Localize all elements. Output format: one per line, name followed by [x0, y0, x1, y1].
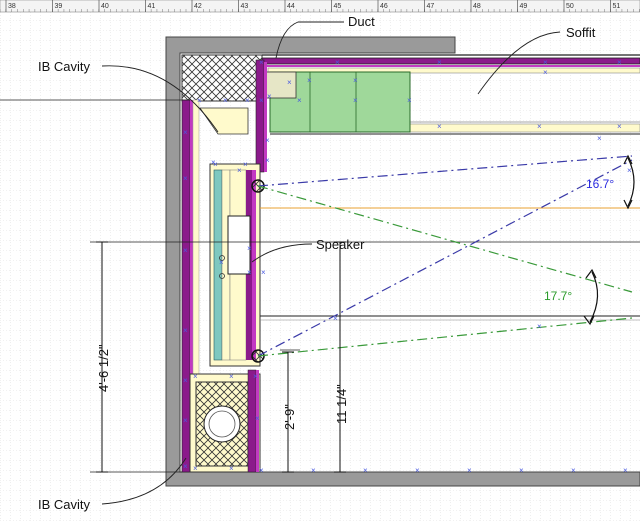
- selection-handle[interactable]: ×: [543, 58, 548, 67]
- ruler-label: 42: [194, 3, 202, 10]
- ruler-label: 38: [8, 3, 16, 10]
- ruler-label: 40: [101, 3, 109, 10]
- duct-box[interactable]: [261, 71, 411, 133]
- ruler-label: 44: [287, 3, 295, 10]
- dimension-total-label: 4'-6 1/2": [96, 344, 111, 392]
- ruler-label: 39: [55, 3, 63, 10]
- ib-cavity-bottom[interactable]: [189, 369, 261, 473]
- selection-handle[interactable]: ×: [297, 96, 302, 105]
- selection-handle[interactable]: ×: [247, 268, 252, 277]
- selection-handle[interactable]: ×: [223, 96, 228, 105]
- selection-handle[interactable]: ×: [261, 268, 266, 277]
- selection-handle[interactable]: ×: [211, 158, 216, 167]
- angle-lower-label: 17.7°: [544, 289, 572, 303]
- selection-handle[interactable]: ×: [353, 76, 358, 85]
- selection-handle[interactable]: ×: [183, 128, 188, 137]
- speaker-cabinet[interactable]: [209, 163, 261, 367]
- selection-handle[interactable]: ×: [627, 166, 632, 175]
- selection-handle[interactable]: ×: [543, 68, 548, 77]
- selection-handle[interactable]: ×: [617, 122, 622, 131]
- angle-upper-label: 16.7°: [586, 177, 614, 191]
- ib-cavity-top-label: IB Cavity: [38, 59, 91, 74]
- selection-handle[interactable]: ×: [243, 160, 248, 169]
- selection-handle[interactable]: ×: [311, 466, 316, 475]
- duct-label: Duct: [348, 14, 375, 29]
- selection-handle[interactable]: ×: [287, 78, 292, 87]
- selection-handle[interactable]: ×: [265, 136, 270, 145]
- ruler-label: 48: [473, 3, 481, 10]
- selection-handle[interactable]: ×: [333, 314, 338, 323]
- selection-handle[interactable]: ×: [219, 258, 224, 267]
- ruler-label: 43: [241, 3, 249, 10]
- selection-handle[interactable]: ×: [617, 58, 622, 67]
- selection-handle[interactable]: ×: [183, 174, 188, 183]
- selection-handle[interactable]: ×: [197, 96, 202, 105]
- selection-handle[interactable]: ×: [571, 466, 576, 475]
- selection-handle[interactable]: ×: [183, 376, 188, 385]
- ib-cavity-top-hatch[interactable]: [181, 54, 263, 102]
- selection-handle[interactable]: ×: [255, 414, 260, 423]
- selection-handle[interactable]: ×: [537, 122, 542, 131]
- selection-handle[interactable]: ×: [519, 466, 524, 475]
- floor-plan-drawing[interactable]: 38 39 40 41 42 43 44 45 46 47 48 49 50 51: [0, 0, 640, 521]
- selection-handle[interactable]: ×: [229, 372, 234, 381]
- selection-handle[interactable]: ×: [247, 244, 252, 253]
- drawing-canvas[interactable]: 38 39 40 41 42 43 44 45 46 47 48 49 50 51: [0, 0, 640, 521]
- selection-handle[interactable]: ×: [265, 156, 270, 165]
- speaker-label: Speaker: [316, 237, 365, 252]
- selection-handle[interactable]: ×: [407, 96, 412, 105]
- ruler-label: 47: [427, 3, 435, 10]
- selection-handle[interactable]: ×: [259, 96, 264, 105]
- selection-handle[interactable]: ×: [237, 166, 242, 175]
- selection-handle[interactable]: ×: [259, 466, 264, 475]
- selection-handle[interactable]: ×: [335, 58, 340, 67]
- ruler-label: 46: [380, 3, 388, 10]
- selection-handle[interactable]: ×: [267, 92, 272, 101]
- selection-handle[interactable]: ×: [363, 466, 368, 475]
- selection-handle[interactable]: ×: [623, 466, 628, 475]
- dimension-lower-label: 2'-9": [282, 404, 297, 430]
- ruler-label: 50: [566, 3, 574, 10]
- selection-handle[interactable]: ×: [183, 326, 188, 335]
- selection-handle[interactable]: ×: [437, 122, 442, 131]
- selection-handle[interactable]: ×: [259, 58, 264, 67]
- selection-handle[interactable]: ×: [467, 466, 472, 475]
- selection-handle[interactable]: ×: [307, 76, 312, 85]
- selection-handle[interactable]: ×: [183, 416, 188, 425]
- selection-handle[interactable]: ×: [537, 322, 542, 331]
- selection-handle[interactable]: ×: [229, 464, 234, 473]
- selection-handle[interactable]: ×: [183, 246, 188, 255]
- selection-handle[interactable]: ×: [193, 464, 198, 473]
- dimension-speaker-label: 11 1/4": [334, 384, 349, 424]
- ruler-label: 51: [613, 3, 621, 10]
- selection-handle[interactable]: ×: [193, 372, 198, 381]
- selection-handle[interactable]: ×: [353, 96, 358, 105]
- soffit-label: Soffit: [566, 25, 596, 40]
- ruler-label: 45: [334, 3, 342, 10]
- top-ruler[interactable]: 38 39 40 41 42 43 44 45 46 47 48 49 50 51: [0, 0, 640, 13]
- selection-handle[interactable]: ×: [253, 372, 258, 381]
- ruler-label: 49: [520, 3, 528, 10]
- selection-handle[interactable]: ×: [437, 58, 442, 67]
- ib-cavity-bottom-label: IB Cavity: [38, 497, 91, 512]
- ruler-label: 41: [148, 3, 156, 10]
- selection-handle[interactable]: ×: [183, 462, 188, 471]
- selection-handle[interactable]: ×: [415, 466, 420, 475]
- selection-handle[interactable]: ×: [597, 134, 602, 143]
- selection-handle[interactable]: ×: [245, 96, 250, 105]
